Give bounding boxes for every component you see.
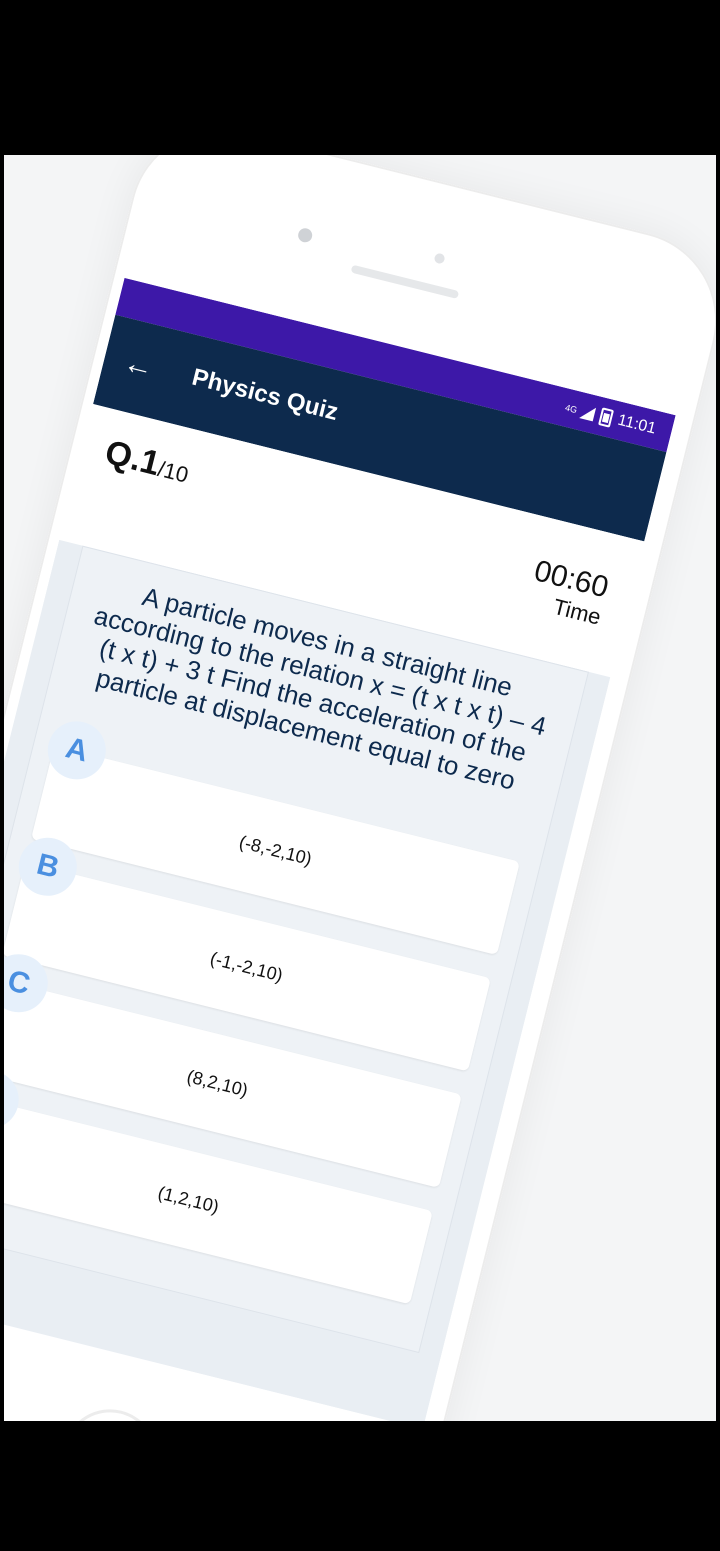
promo-background: 4G 11:01 ← Physics Quiz Q.1/10 00:60 Tim… [4, 155, 716, 1421]
back-arrow-icon[interactable]: ← [119, 341, 159, 391]
earpiece-speaker [350, 264, 460, 299]
question-card: A particle moves in a straight line acco… [4, 545, 589, 1354]
signal-icon [579, 404, 597, 422]
question-counter: Q.1/10 [101, 433, 193, 492]
phone-frame: 4G 11:01 ← Physics Quiz Q.1/10 00:60 Tim… [4, 155, 716, 1421]
quiz-content: A particle moves in a straight line acco… [4, 539, 611, 1421]
app-screen: 4G 11:01 ← Physics Quiz Q.1/10 00:60 Tim… [4, 277, 676, 1421]
home-button [53, 1399, 167, 1421]
front-camera [296, 226, 314, 244]
status-time: 11:01 [615, 411, 658, 438]
question-total: /10 [155, 456, 191, 488]
option-letter: A [41, 715, 112, 786]
timer: 00:60 Time [524, 554, 612, 630]
question-number: Q.1 [101, 433, 164, 484]
proximity-sensor [433, 252, 446, 265]
network-type: 4G [564, 402, 579, 416]
battery-icon [598, 407, 615, 428]
app-title: Physics Quiz [189, 363, 341, 427]
